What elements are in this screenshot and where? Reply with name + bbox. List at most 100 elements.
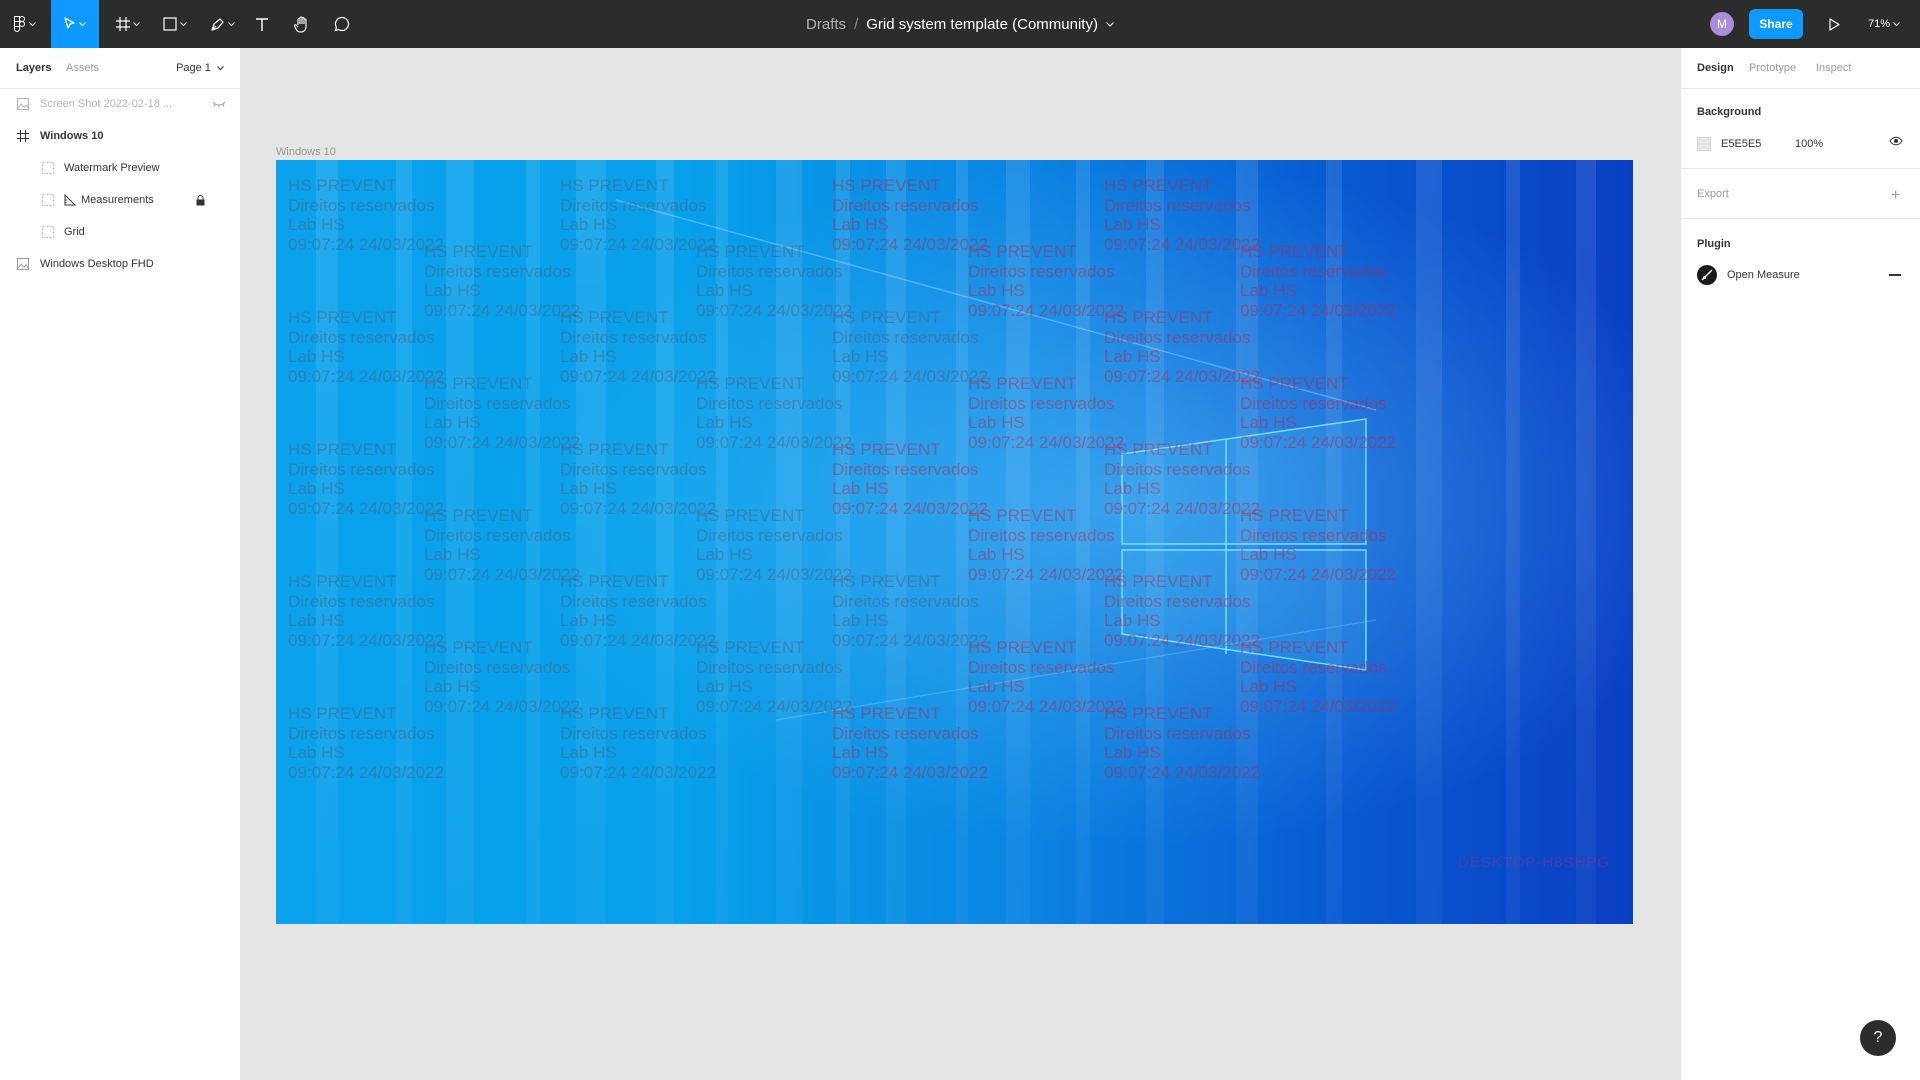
chevron-down-icon (217, 66, 224, 71)
watermark-line: 09:07:24 24/03/2022 (968, 564, 1124, 584)
breadcrumb-separator: / (854, 15, 859, 33)
watermark-line: Direitos reservados (424, 525, 571, 545)
eye-icon[interactable] (1889, 136, 1903, 146)
watermark-block: HS PREVENT Direitos reservados Lab HS 09:07… (1240, 242, 1396, 320)
layer-windows-desktop-fhd[interactable]: Windows Desktop FHD (0, 248, 240, 280)
watermark-line: HS PREVENT (288, 440, 397, 459)
watermark-line: HS PREVENT (424, 374, 533, 393)
watermark-line: 09:07:24 24/03/2022 (1104, 630, 1260, 650)
watermark-line: 09:07:24 24/03/2022 (288, 630, 444, 650)
watermark-block: HS PREVENT Direitos reservados Lab HS 09:07… (288, 308, 444, 386)
watermark-line: Lab HS (288, 479, 345, 498)
watermark-line: 09:07:24 24/03/2022 (560, 498, 716, 518)
present-button[interactable] (1822, 12, 1846, 36)
watermark-line: 09:07:24 24/03/2022 (424, 564, 580, 584)
layer-screenshot[interactable]: Screen Shot 2022-02-18 ... (0, 88, 240, 120)
watermark-block: HS PREVENT Direitos reservados Lab HS 09:07… (696, 638, 852, 716)
watermark-line: 09:07:24 24/03/2022 (696, 696, 852, 716)
watermark-line: Direitos reservados (288, 591, 435, 611)
watermark-line: HS PREVENT (560, 704, 669, 723)
watermark-line: Lab HS (560, 743, 617, 762)
help-button[interactable]: ? (1860, 1020, 1896, 1056)
watermark-line: HS PREVENT (424, 506, 533, 525)
watermark-line: Direitos reservados (288, 195, 435, 215)
watermark-line: Lab HS (1104, 215, 1161, 234)
watermark-line: Lab HS (696, 413, 753, 432)
layer-measurements[interactable]: Measurements (0, 184, 240, 216)
export-section-title: Export (1697, 188, 1729, 200)
watermark-line: 09:07:24 24/03/2022 (968, 300, 1124, 320)
watermark-line: HS PREVENT (1240, 374, 1349, 393)
watermark-block: HS PREVENT Direitos reservados Lab HS 09:07… (424, 374, 580, 452)
tab-design[interactable]: Design (1697, 62, 1734, 74)
tab-layers[interactable]: Layers (16, 62, 51, 74)
watermark-line: Lab HS (560, 479, 617, 498)
frame-label[interactable]: Windows 10 (276, 146, 336, 158)
share-button[interactable]: Share (1749, 9, 1803, 39)
watermark-block: HS PREVENT Direitos reservados Lab HS 09:07… (288, 176, 444, 254)
watermark-block: HS PREVENT Direitos reservados Lab HS 09:07… (424, 638, 580, 716)
watermark-line: HS PREVENT (1104, 704, 1213, 723)
plus-icon[interactable]: + (1891, 188, 1900, 204)
plugin-name[interactable]: Open Measure (1727, 269, 1800, 281)
chevron-down-icon[interactable] (1106, 21, 1114, 27)
layer-watermark-preview[interactable]: Watermark Preview (0, 152, 240, 184)
lock-icon[interactable] (193, 193, 207, 207)
watermark-line: Direitos reservados (288, 327, 435, 347)
chevron-down-icon (1893, 21, 1900, 26)
desktop-name-text: DESKTOP-H8SHPG (1458, 854, 1611, 871)
windows-10-frame[interactable]: HS PREVENT Direitos reservados Lab HS 09:07… (276, 160, 1633, 924)
watermark-block: HS PREVENT Direitos reservados Lab HS 09:07… (560, 308, 716, 386)
watermark-line: Direitos reservados (560, 327, 707, 347)
page-dropdown[interactable]: Page 1 (176, 62, 224, 74)
watermark-line: Direitos reservados (1104, 195, 1251, 215)
watermark-line: HS PREVENT (288, 704, 397, 723)
watermark-block: HS PREVENT Direitos reservados Lab HS 09:07… (832, 704, 988, 782)
minus-icon[interactable] (1889, 274, 1901, 276)
watermark-line: HS PREVENT (968, 242, 1077, 261)
watermark-line: Direitos reservados (968, 657, 1115, 677)
watermark-line: Direitos reservados (1104, 459, 1251, 479)
layer-grid[interactable]: Grid (0, 216, 240, 248)
avatar[interactable]: M (1710, 12, 1734, 36)
divider (1681, 168, 1920, 169)
watermark-line: Lab HS (832, 479, 889, 498)
file-name[interactable]: Grid system template (Community) (866, 16, 1098, 33)
tab-inspect[interactable]: Inspect (1816, 62, 1851, 74)
watermark-line: Direitos reservados (1104, 723, 1251, 743)
tab-prototype[interactable]: Prototype (1749, 62, 1796, 74)
watermark-block: HS PREVENT Direitos reservados Lab HS 09:07… (288, 572, 444, 650)
watermark-block: HS PREVENT Direitos reservados Lab HS 09:07… (560, 572, 716, 650)
watermark-line: Direitos reservados (968, 261, 1115, 281)
ruler-icon (63, 193, 77, 207)
play-icon (1828, 17, 1840, 31)
watermark-line: Lab HS (1104, 611, 1161, 630)
watermark-line: 09:07:24 24/03/2022 (1240, 300, 1396, 320)
watermark-line: 09:07:24 24/03/2022 (288, 234, 444, 254)
watermark-line: Direitos reservados (560, 459, 707, 479)
watermark-block: HS PREVENT Direitos reservados Lab HS 09:07… (1104, 176, 1260, 254)
hidden-eye-icon[interactable] (212, 97, 226, 111)
layer-name: Windows Desktop FHD (40, 258, 154, 270)
watermark-line: HS PREVENT (968, 374, 1077, 393)
watermark-line: Lab HS (424, 281, 481, 300)
watermark-line: 09:07:24 24/03/2022 (696, 564, 852, 584)
background-hex-input[interactable]: E5E5E5 (1721, 138, 1761, 150)
watermark-line: HS PREVENT (1240, 242, 1349, 261)
watermark-line: 09:07:24 24/03/2022 (832, 366, 988, 386)
watermark-line: Direitos reservados (832, 591, 979, 611)
watermark-block: HS PREVENT Direitos reservados Lab HS 09:07… (696, 506, 852, 584)
watermark-line: HS PREVENT (560, 176, 669, 195)
zoom-dropdown[interactable]: 71% (1868, 0, 1900, 48)
breadcrumb-drafts[interactable]: Drafts (806, 16, 846, 33)
background-opacity-input[interactable]: 100% (1795, 138, 1823, 150)
background-color-swatch[interactable] (1697, 137, 1711, 151)
watermark-line: HS PREVENT (1104, 176, 1213, 195)
layer-windows-10-frame[interactable]: Windows 10 (0, 120, 240, 152)
watermark-line: HS PREVENT (968, 506, 1077, 525)
watermark-line: Direitos reservados (288, 459, 435, 479)
watermark-block: HS PREVENT Direitos reservados Lab HS 09:07… (1104, 572, 1260, 650)
grid-layer-icon (41, 193, 55, 207)
tab-assets[interactable]: Assets (66, 62, 99, 74)
watermark-line: Lab HS (696, 545, 753, 564)
